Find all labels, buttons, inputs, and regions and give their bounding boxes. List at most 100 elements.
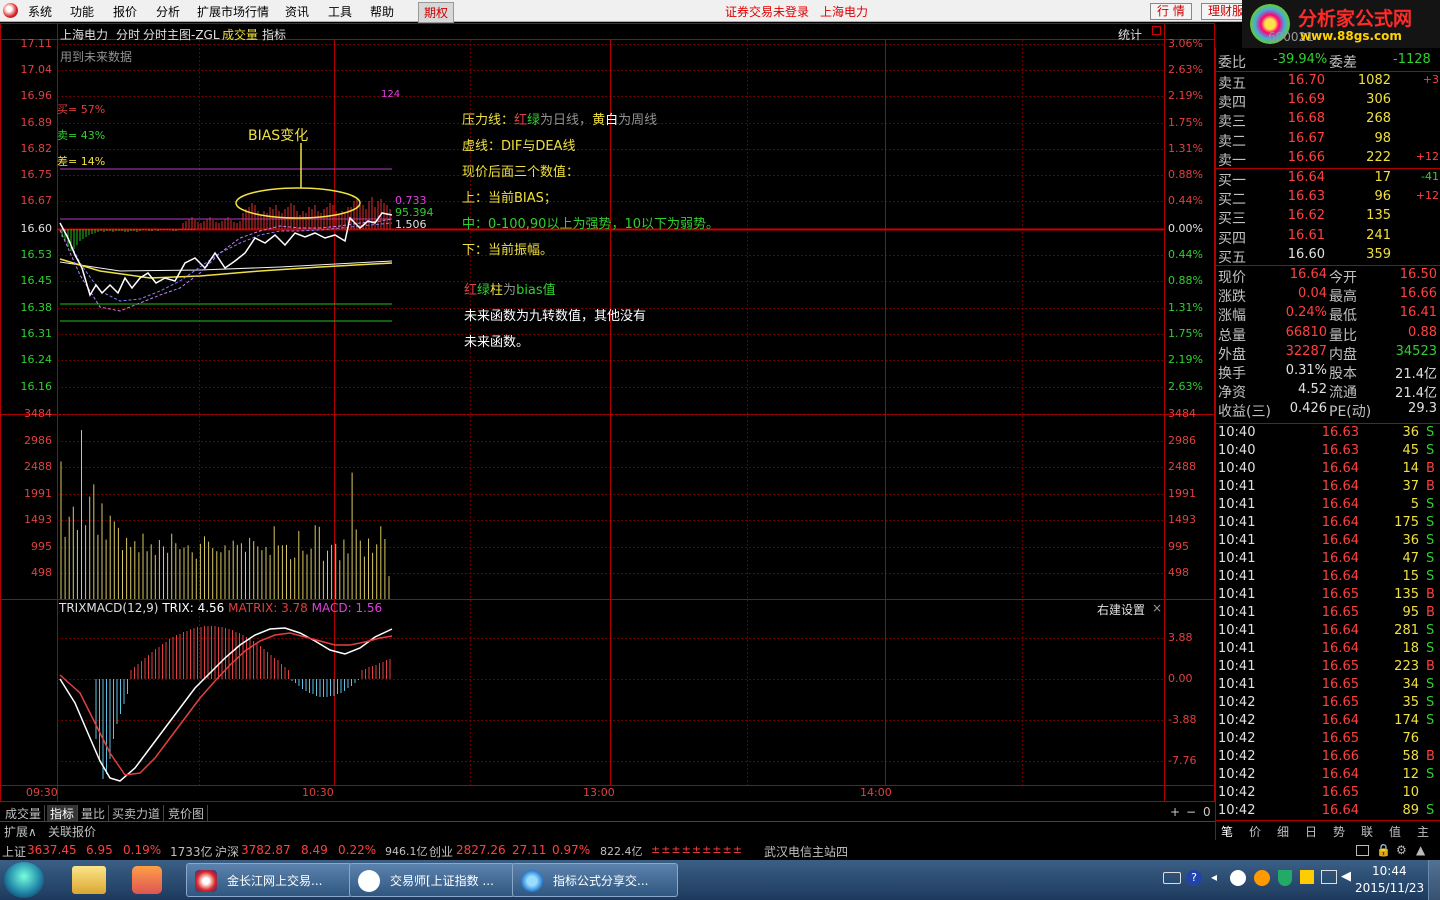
tick-row[interactable]: 10:41 16.64 281 S: [1217, 623, 1440, 642]
menu-info[interactable]: 资讯: [285, 3, 309, 20]
tick-row[interactable]: 10:40 16.64 14 B: [1217, 461, 1440, 480]
bid-row[interactable]: 买五 16.60 359: [1217, 247, 1440, 266]
menu-help[interactable]: 帮助: [370, 3, 394, 20]
side-tab-price[interactable]: 价: [1249, 823, 1261, 840]
tick-row[interactable]: 10:41 16.65 34 S: [1217, 677, 1440, 696]
stat-row[interactable]: 净资 4.52 流通 21.4亿: [1217, 382, 1440, 401]
tick-row[interactable]: 10:42 16.65 76: [1217, 731, 1440, 750]
stat-row[interactable]: 总量 66810 量比 0.88: [1217, 325, 1440, 344]
stat-row[interactable]: 换手 0.31% 股本 21.4亿: [1217, 363, 1440, 382]
menu-quote[interactable]: 报价: [113, 3, 137, 20]
tick-row[interactable]: 10:42 16.64 174 S: [1217, 713, 1440, 732]
task-browser[interactable]: 指标公式分享交...: [512, 863, 678, 897]
zoom-in-button[interactable]: +: [1170, 805, 1180, 819]
ask-row[interactable]: 卖三 16.68 268: [1217, 111, 1440, 130]
show-desktop-button[interactable]: [1428, 860, 1440, 900]
bid-row[interactable]: 买二 16.63 96 +12: [1217, 189, 1440, 208]
menu-tools[interactable]: 工具: [328, 3, 352, 20]
stat-row[interactable]: 现价 16.64 今开 16.50: [1217, 267, 1440, 286]
tick-row[interactable]: 10:41 16.64 15 S: [1217, 569, 1440, 588]
quote-button[interactable]: 行 情: [1150, 3, 1192, 20]
side-tab-day[interactable]: 日: [1305, 823, 1317, 840]
menu-analysis[interactable]: 分析: [156, 3, 180, 20]
window-icon[interactable]: [1356, 845, 1369, 856]
tray-shield-icon[interactable]: [1278, 870, 1292, 886]
tick-row[interactable]: 10:41 16.64 36 S: [1217, 533, 1440, 552]
intraday-chart[interactable]: 124: [0, 23, 1215, 802]
side-tab-value[interactable]: 值: [1389, 823, 1401, 840]
tick-row[interactable]: 10:41 16.64 5 S: [1217, 497, 1440, 516]
menu-ext-market[interactable]: 扩展市场行情: [197, 3, 269, 20]
tab-auction[interactable]: 竞价图: [165, 805, 209, 822]
zoom-reset-button[interactable]: 0: [1203, 805, 1211, 819]
side-tab-detail[interactable]: 细: [1277, 823, 1289, 840]
bid-row[interactable]: 买三 16.62 135: [1217, 208, 1440, 227]
tab-expand[interactable]: 扩展∧: [4, 823, 37, 840]
chart-tab-indicator[interactable]: 指标: [262, 26, 286, 43]
side-tab-linked[interactable]: 联: [1361, 823, 1373, 840]
menu-futures[interactable]: 期权: [418, 2, 455, 23]
lock-icon[interactable]: 🔒: [1376, 843, 1391, 857]
tab-volume[interactable]: 成交量: [2, 805, 46, 822]
tick-row[interactable]: 10:42 16.65 35 S: [1217, 695, 1440, 714]
clock-time[interactable]: 10:44: [1372, 864, 1407, 878]
chart-tab-main-formula[interactable]: 分时主图-ZGL: [143, 26, 220, 43]
task-trader[interactable]: 交易师[上证指数 ...: [349, 863, 515, 897]
chart-tab-intraday[interactable]: 分时: [116, 26, 140, 43]
right-settings-button[interactable]: 右建设置: [1097, 601, 1145, 618]
side-tab-trend[interactable]: 势: [1333, 823, 1345, 840]
tab-related-quote[interactable]: 关联报价: [48, 823, 96, 840]
tick-row[interactable]: 10:41 16.64 18 S: [1217, 641, 1440, 660]
tray-app-icon[interactable]: [1230, 870, 1246, 886]
tick-row[interactable]: 10:42 16.66 58 B: [1217, 749, 1440, 768]
ask-row[interactable]: 卖二 16.67 98: [1217, 131, 1440, 150]
start-button[interactable]: [4, 862, 44, 898]
tick-row[interactable]: 10:41 16.64 47 S: [1217, 551, 1440, 570]
tick-row[interactable]: 10:41 16.65 135 B: [1217, 587, 1440, 606]
ask-row[interactable]: 卖四 16.69 306: [1217, 92, 1440, 111]
tick-row[interactable]: 10:42 16.64 12 S: [1217, 767, 1440, 786]
stat-row[interactable]: 涨幅 0.24% 最低 16.41: [1217, 305, 1440, 324]
tick-row[interactable]: 10:42 16.64 89 S: [1217, 803, 1440, 822]
media-player-icon[interactable]: [132, 866, 162, 894]
settings-icon[interactable]: ⚙: [1396, 843, 1407, 857]
tick-row[interactable]: 10:42 16.65 10: [1217, 785, 1440, 804]
tick-row[interactable]: 10:41 16.64 175 S: [1217, 515, 1440, 534]
tick-row[interactable]: 10:41 16.65 223 B: [1217, 659, 1440, 678]
bid-row[interactable]: 买一 16.64 17 -41: [1217, 170, 1440, 189]
bell-icon[interactable]: ▲: [1416, 843, 1425, 857]
tick-row[interactable]: 10:40 16.63 45 S: [1217, 443, 1440, 462]
zoom-out-button[interactable]: −: [1186, 805, 1196, 819]
close-icon[interactable]: ×: [1152, 601, 1162, 615]
ask-row[interactable]: 卖一 16.66 222 +12: [1217, 150, 1440, 169]
menu-system[interactable]: 系统: [28, 3, 52, 20]
tab-indicator[interactable]: 指标: [47, 805, 79, 822]
side-tab-main[interactable]: 主: [1417, 823, 1429, 840]
volume-icon[interactable]: ◀: [1341, 869, 1351, 884]
tray-antivirus-icon[interactable]: [1254, 870, 1270, 886]
clock-date[interactable]: 2015/11/23: [1355, 881, 1424, 895]
tray-flag-icon[interactable]: [1300, 870, 1314, 884]
tab-volume-ratio[interactable]: 量比: [78, 805, 110, 822]
bid-row[interactable]: 买四 16.61 241: [1217, 228, 1440, 247]
stat-row[interactable]: 外盘 32287 内盘 34523: [1217, 344, 1440, 363]
stats-close-icon[interactable]: [1152, 26, 1161, 35]
tray-expand-icon[interactable]: ◂: [1211, 870, 1217, 884]
chart-tab-volume[interactable]: 成交量: [222, 26, 258, 43]
stats-button[interactable]: 统计: [1118, 26, 1142, 43]
ask-row[interactable]: 卖五 16.70 1082 +3: [1217, 73, 1440, 92]
tick-row[interactable]: 10:41 16.65 95 B: [1217, 605, 1440, 624]
network-icon[interactable]: [1321, 870, 1337, 884]
keyboard-icon[interactable]: [1163, 872, 1181, 884]
tab-buy-sell-power[interactable]: 买卖力道: [109, 805, 165, 822]
explorer-icon[interactable]: [72, 866, 106, 894]
task-stock-trading[interactable]: 金长江网上交易...: [186, 863, 352, 897]
side-tab-trades[interactable]: 笔: [1221, 823, 1233, 840]
menu-function[interactable]: 功能: [70, 3, 94, 20]
tick-row[interactable]: 10:41 16.64 37 B: [1217, 479, 1440, 498]
login-status[interactable]: 证券交易未登录: [725, 3, 809, 20]
help-icon[interactable]: ?: [1186, 870, 1202, 886]
tick-row[interactable]: 10:40 16.63 36 S: [1217, 425, 1440, 444]
stat-row[interactable]: 收益(三) 0.426 PE(动) 29.3: [1217, 401, 1440, 420]
stat-row[interactable]: 涨跌 0.04 最高 16.66: [1217, 286, 1440, 305]
